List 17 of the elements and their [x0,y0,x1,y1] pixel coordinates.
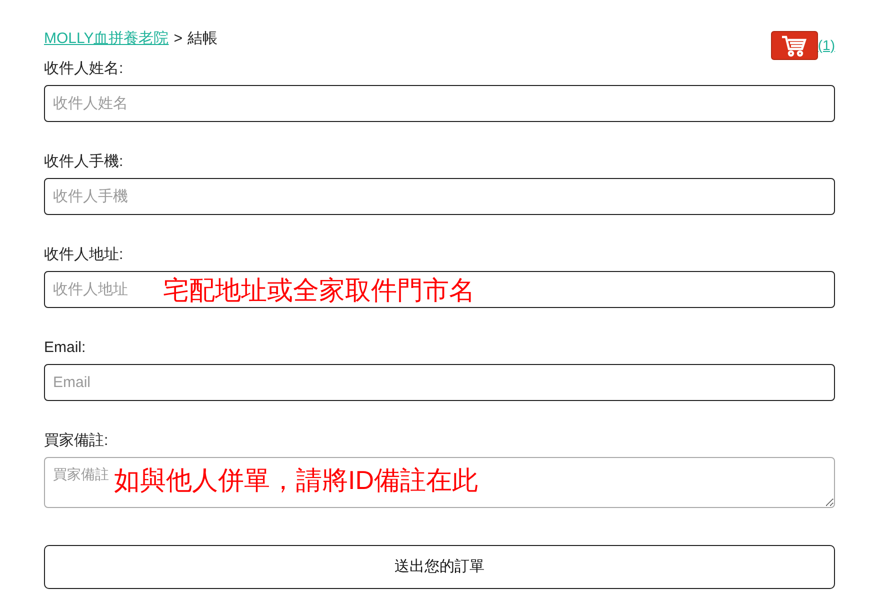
cart-button[interactable] [770,31,818,60]
cart-icon [781,34,808,56]
breadcrumb-separator: > [174,29,183,49]
field-label: 收件人地址: [44,245,124,265]
breadcrumb-link[interactable]: MOLLY血拼養老院 [44,28,169,50]
annotation-text: 如與他人併單，請將ID備註在此 [114,467,478,493]
cart-count-link[interactable]: (1) [818,38,835,52]
field-label: 買家備註: [44,431,110,451]
input-field[interactable]: 收件人姓名 [44,85,835,122]
breadcrumb-current: 結帳 [188,29,218,49]
input-field[interactable]: 收件人手機 [44,178,835,215]
field-label: 收件人姓名: [44,59,124,79]
input-field[interactable]: Email [44,364,835,401]
field-label: 收件人手機: [44,152,124,172]
submit-button[interactable]: 送出您的訂單 [44,545,835,589]
annotation-text: 宅配地址或全家取件門市名 [163,277,475,303]
field-label: Email: [44,338,87,358]
